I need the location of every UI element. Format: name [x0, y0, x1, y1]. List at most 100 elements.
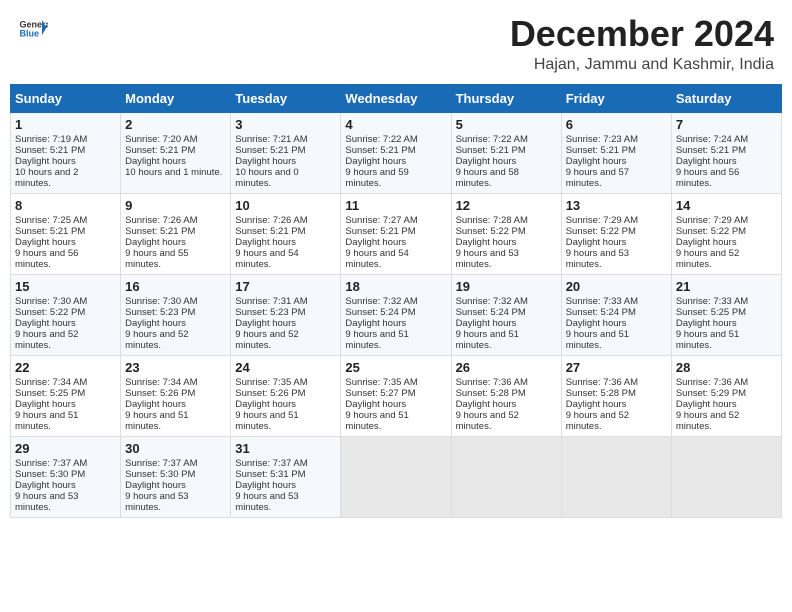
- sunrise-label: Sunrise: 7:37 AM: [235, 458, 307, 469]
- sunset-label: Sunset: 5:30 PM: [15, 469, 85, 480]
- sunrise-label: Sunrise: 7:29 AM: [566, 215, 638, 226]
- weekday-header: Saturday: [671, 84, 781, 112]
- sunset-label: Sunset: 5:23 PM: [235, 307, 305, 318]
- daylight-value: 9 hours and 58 minutes.: [456, 167, 519, 189]
- day-number: 17: [235, 279, 336, 294]
- daylight-value: 9 hours and 52 minutes.: [456, 410, 519, 432]
- calendar-cell: 11 Sunrise: 7:27 AM Sunset: 5:21 PM Dayl…: [341, 193, 451, 274]
- sunrise-label: Sunrise: 7:37 AM: [15, 458, 87, 469]
- calendar-cell: 15 Sunrise: 7:30 AM Sunset: 5:22 PM Dayl…: [11, 274, 121, 355]
- calendar-cell: 4 Sunrise: 7:22 AM Sunset: 5:21 PM Dayli…: [341, 112, 451, 193]
- location: Hajan, Jammu and Kashmir, India: [510, 56, 774, 74]
- day-number: 22: [15, 360, 116, 375]
- calendar-week-row: 22 Sunrise: 7:34 AM Sunset: 5:25 PM Dayl…: [11, 355, 782, 436]
- sunset-label: Sunset: 5:21 PM: [125, 145, 195, 156]
- calendar-cell: 24 Sunrise: 7:35 AM Sunset: 5:26 PM Dayl…: [231, 355, 341, 436]
- sunrise-label: Sunrise: 7:24 AM: [676, 134, 748, 145]
- calendar-cell: 12 Sunrise: 7:28 AM Sunset: 5:22 PM Dayl…: [451, 193, 561, 274]
- sunrise-label: Sunrise: 7:30 AM: [15, 296, 87, 307]
- day-number: 19: [456, 279, 557, 294]
- weekday-header: Tuesday: [231, 84, 341, 112]
- weekday-header: Thursday: [451, 84, 561, 112]
- sunset-label: Sunset: 5:21 PM: [456, 145, 526, 156]
- logo: General Blue: [18, 14, 48, 44]
- day-number: 31: [235, 441, 336, 456]
- day-number: 5: [456, 117, 557, 132]
- calendar-table: SundayMondayTuesdayWednesdayThursdayFrid…: [10, 84, 782, 518]
- daylight-value: 10 hours and 1 minute.: [125, 167, 222, 178]
- weekday-header: Monday: [121, 84, 231, 112]
- daylight-label: Daylight hours: [15, 480, 76, 491]
- daylight-value: 9 hours and 51 minutes.: [15, 410, 78, 432]
- daylight-value: 9 hours and 52 minutes.: [235, 329, 298, 351]
- sunrise-label: Sunrise: 7:19 AM: [15, 134, 87, 145]
- day-number: 18: [345, 279, 446, 294]
- daylight-value: 9 hours and 56 minutes.: [15, 248, 78, 270]
- calendar-cell: 13 Sunrise: 7:29 AM Sunset: 5:22 PM Dayl…: [561, 193, 671, 274]
- daylight-label: Daylight hours: [566, 156, 627, 167]
- sunrise-label: Sunrise: 7:34 AM: [125, 377, 197, 388]
- daylight-label: Daylight hours: [456, 318, 517, 329]
- daylight-value: 9 hours and 51 minutes.: [456, 329, 519, 351]
- calendar-cell: 28 Sunrise: 7:36 AM Sunset: 5:29 PM Dayl…: [671, 355, 781, 436]
- day-number: 28: [676, 360, 777, 375]
- calendar-cell: [451, 436, 561, 517]
- day-number: 3: [235, 117, 336, 132]
- daylight-value: 9 hours and 56 minutes.: [676, 167, 739, 189]
- day-number: 21: [676, 279, 777, 294]
- sunrise-label: Sunrise: 7:35 AM: [345, 377, 417, 388]
- calendar-cell: 22 Sunrise: 7:34 AM Sunset: 5:25 PM Dayl…: [11, 355, 121, 436]
- calendar-cell: 20 Sunrise: 7:33 AM Sunset: 5:24 PM Dayl…: [561, 274, 671, 355]
- day-number: 13: [566, 198, 667, 213]
- daylight-label: Daylight hours: [235, 237, 296, 248]
- sunset-label: Sunset: 5:21 PM: [235, 145, 305, 156]
- daylight-value: 9 hours and 52 minutes.: [125, 329, 188, 351]
- calendar-cell: 6 Sunrise: 7:23 AM Sunset: 5:21 PM Dayli…: [561, 112, 671, 193]
- sunset-label: Sunset: 5:21 PM: [566, 145, 636, 156]
- sunset-label: Sunset: 5:23 PM: [125, 307, 195, 318]
- calendar-cell: [671, 436, 781, 517]
- sunrise-label: Sunrise: 7:30 AM: [125, 296, 197, 307]
- daylight-label: Daylight hours: [345, 318, 406, 329]
- sunset-label: Sunset: 5:24 PM: [566, 307, 636, 318]
- day-number: 23: [125, 360, 226, 375]
- day-number: 20: [566, 279, 667, 294]
- calendar-cell: 10 Sunrise: 7:26 AM Sunset: 5:21 PM Dayl…: [231, 193, 341, 274]
- weekday-header: Wednesday: [341, 84, 451, 112]
- sunrise-label: Sunrise: 7:32 AM: [456, 296, 528, 307]
- day-number: 16: [125, 279, 226, 294]
- daylight-label: Daylight hours: [235, 318, 296, 329]
- sunrise-label: Sunrise: 7:32 AM: [345, 296, 417, 307]
- daylight-label: Daylight hours: [125, 318, 186, 329]
- day-number: 2: [125, 117, 226, 132]
- daylight-value: 9 hours and 59 minutes.: [345, 167, 408, 189]
- daylight-label: Daylight hours: [15, 237, 76, 248]
- sunrise-label: Sunrise: 7:34 AM: [15, 377, 87, 388]
- sunset-label: Sunset: 5:28 PM: [566, 388, 636, 399]
- calendar-week-row: 29 Sunrise: 7:37 AM Sunset: 5:30 PM Dayl…: [11, 436, 782, 517]
- day-number: 15: [15, 279, 116, 294]
- daylight-value: 9 hours and 52 minutes.: [15, 329, 78, 351]
- daylight-value: 9 hours and 51 minutes.: [345, 329, 408, 351]
- day-number: 10: [235, 198, 336, 213]
- calendar-week-row: 1 Sunrise: 7:19 AM Sunset: 5:21 PM Dayli…: [11, 112, 782, 193]
- day-number: 11: [345, 198, 446, 213]
- daylight-value: 9 hours and 51 minutes.: [676, 329, 739, 351]
- daylight-label: Daylight hours: [345, 156, 406, 167]
- sunrise-label: Sunrise: 7:22 AM: [456, 134, 528, 145]
- daylight-label: Daylight hours: [345, 237, 406, 248]
- sunrise-label: Sunrise: 7:36 AM: [676, 377, 748, 388]
- daylight-label: Daylight hours: [235, 399, 296, 410]
- sunset-label: Sunset: 5:21 PM: [15, 226, 85, 237]
- daylight-label: Daylight hours: [345, 399, 406, 410]
- calendar-cell: 2 Sunrise: 7:20 AM Sunset: 5:21 PM Dayli…: [121, 112, 231, 193]
- calendar-cell: 29 Sunrise: 7:37 AM Sunset: 5:30 PM Dayl…: [11, 436, 121, 517]
- title-block: December 2024 Hajan, Jammu and Kashmir, …: [510, 14, 774, 74]
- calendar-cell: 30 Sunrise: 7:37 AM Sunset: 5:30 PM Dayl…: [121, 436, 231, 517]
- header-row: SundayMondayTuesdayWednesdayThursdayFrid…: [11, 84, 782, 112]
- sunset-label: Sunset: 5:24 PM: [456, 307, 526, 318]
- daylight-label: Daylight hours: [676, 399, 737, 410]
- calendar-cell: 27 Sunrise: 7:36 AM Sunset: 5:28 PM Dayl…: [561, 355, 671, 436]
- calendar-cell: 31 Sunrise: 7:37 AM Sunset: 5:31 PM Dayl…: [231, 436, 341, 517]
- calendar-cell: 9 Sunrise: 7:26 AM Sunset: 5:21 PM Dayli…: [121, 193, 231, 274]
